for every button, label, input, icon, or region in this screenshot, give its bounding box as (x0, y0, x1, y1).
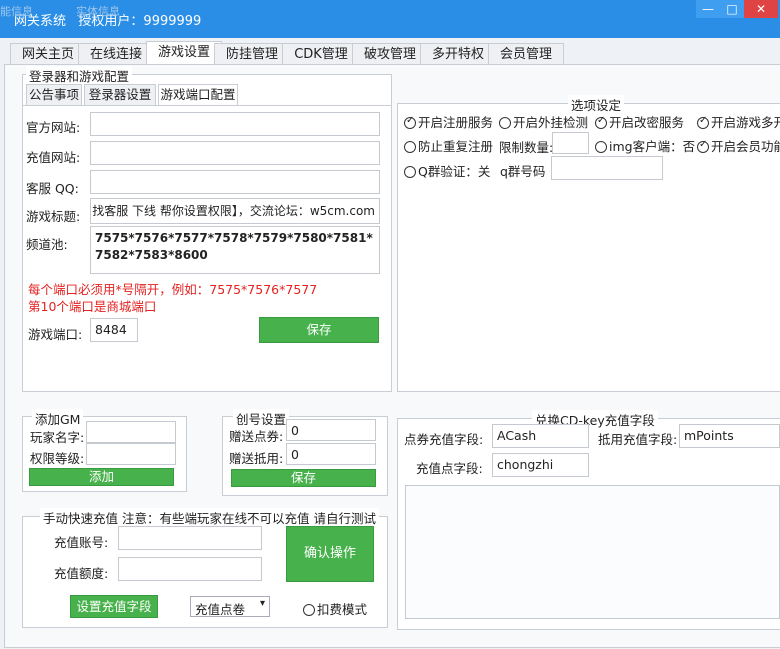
chevron-down-icon: ▾ (259, 598, 265, 609)
recharge-type-select[interactable]: 充值点卷 ▾ (190, 596, 270, 617)
checked-icon (404, 115, 416, 129)
subtab-notice[interactable]: 公告事项 (26, 84, 82, 105)
permission-level-label: 权限等级: (30, 451, 85, 466)
gift-points-label: 赠送点券: (229, 429, 284, 444)
limit-count-label: 限制数量: (499, 140, 554, 155)
radio-icon (499, 117, 511, 129)
tab-multi-open[interactable]: 多开特权 (420, 43, 496, 66)
player-name-input[interactable] (86, 421, 176, 443)
add-gm-title: 添加GM (32, 409, 84, 428)
opt-register[interactable]: 开启注册服务 (404, 112, 493, 131)
mall-port-note: 第10个端口是商城端口 (28, 299, 157, 314)
gift-credit-label: 赠送抵用: (229, 451, 284, 466)
game-title-input[interactable]: 找客服 下线 帮你设置权限】，交流论坛：w5cm.com (90, 198, 380, 224)
bg-ghost-text: 实体信息 (76, 5, 120, 18)
set-recharge-field-button[interactable]: 设置充值字段 (70, 595, 158, 618)
recharge-amount-input[interactable] (118, 557, 262, 581)
channel-pool-label: 频道池: (26, 237, 68, 252)
radio-icon (404, 166, 416, 178)
tab-anti-cheat[interactable]: 防挂管理 (214, 43, 290, 66)
tab-online[interactable]: 在线连接 (78, 43, 154, 66)
recharge-amount-label: 充值额度: (54, 566, 109, 581)
game-title-label: 游戏标题: (26, 209, 81, 224)
launcher-config-title: 登录器和游戏配置 (26, 66, 133, 85)
points-field-label: 点券充值字段: (404, 432, 484, 447)
radio-icon (303, 604, 315, 616)
checked-icon (697, 115, 709, 129)
minimize-button[interactable]: — (696, 0, 720, 18)
confirm-button[interactable]: 确认操作 (286, 526, 374, 582)
deduct-mode-radio[interactable]: 扣费模式 (303, 599, 367, 618)
tab-game-settings[interactable]: 游戏设置 (146, 41, 222, 66)
recharge-points-input[interactable]: chongzhi (492, 453, 589, 477)
add-gm-button[interactable]: 添加 (29, 468, 174, 486)
official-site-label: 官方网站: (26, 120, 81, 135)
cdkey-text-area[interactable] (405, 485, 780, 619)
bg-ghost-text: 能信息 (0, 5, 33, 18)
opt-change-password[interactable]: 开启改密服务 (595, 112, 684, 131)
recharge-site-label: 充值网站: (26, 150, 81, 165)
recharge-site-input[interactable] (90, 141, 380, 165)
gift-credit-input[interactable]: 0 (286, 443, 376, 465)
opt-prevent-duplicate[interactable]: 防止重复注册 (404, 136, 493, 155)
opt-multi-open[interactable]: 开启游戏多开 (697, 112, 780, 131)
maximize-button[interactable]: □ (720, 0, 744, 18)
credit-field-input[interactable]: mPoints (679, 424, 780, 448)
points-field-input[interactable]: ACash (492, 424, 589, 448)
opt-cheat-detect[interactable]: 开启外挂检测 (499, 112, 588, 131)
tab-crack[interactable]: 破攻管理 (352, 43, 428, 66)
qq-label: 客服 QQ: (26, 181, 79, 196)
qgroup-input[interactable] (551, 156, 663, 180)
tab-cdk[interactable]: CDK管理 (282, 43, 360, 66)
game-port-label: 游戏端口: (28, 327, 83, 342)
recharge-account-input[interactable] (118, 526, 262, 550)
channel-pool-input[interactable]: 7575*7576*7577*7578*7579*7580*7581*7582*… (90, 226, 380, 274)
opt-img-client[interactable]: img客户端：否 (595, 136, 695, 155)
limit-count-input[interactable] (552, 132, 589, 154)
gift-points-input[interactable]: 0 (286, 419, 376, 441)
checked-icon (595, 115, 607, 129)
game-port-input[interactable]: 8484 (90, 318, 138, 342)
official-site-input[interactable] (90, 112, 380, 136)
tab-vip[interactable]: 会员管理 (488, 43, 564, 66)
permission-level-input[interactable] (86, 443, 176, 465)
recharge-account-label: 充值账号: (54, 535, 109, 550)
tab-gateway-home[interactable]: 网关主页 (10, 43, 86, 66)
recharge-points-label: 充值点字段: (416, 461, 483, 476)
opt-qgroup-verify[interactable]: Q群验证：关 (404, 161, 490, 180)
save-launcher-button[interactable]: 保存 (259, 317, 379, 343)
radio-icon (595, 141, 607, 153)
opt-vip[interactable]: 开启会员功能 (697, 136, 780, 155)
credit-field-label: 抵用充值字段: (598, 432, 678, 447)
save-create-button[interactable]: 保存 (231, 469, 376, 487)
subtab-launcher-settings[interactable]: 登录器设置 (84, 84, 156, 105)
subtab-port-config[interactable]: 游戏端口配置 (158, 84, 238, 105)
qq-input[interactable] (90, 170, 380, 194)
player-name-label: 玩家名字: (30, 430, 85, 445)
checked-icon (697, 139, 709, 153)
manual-recharge-title: 手动快速充值 注意：有些端玩家在线不可以充值 请自行测试 (40, 508, 379, 527)
radio-icon (404, 141, 416, 153)
qgroup-label: q群号码 (500, 164, 546, 179)
close-button[interactable]: ✕ (744, 0, 778, 18)
